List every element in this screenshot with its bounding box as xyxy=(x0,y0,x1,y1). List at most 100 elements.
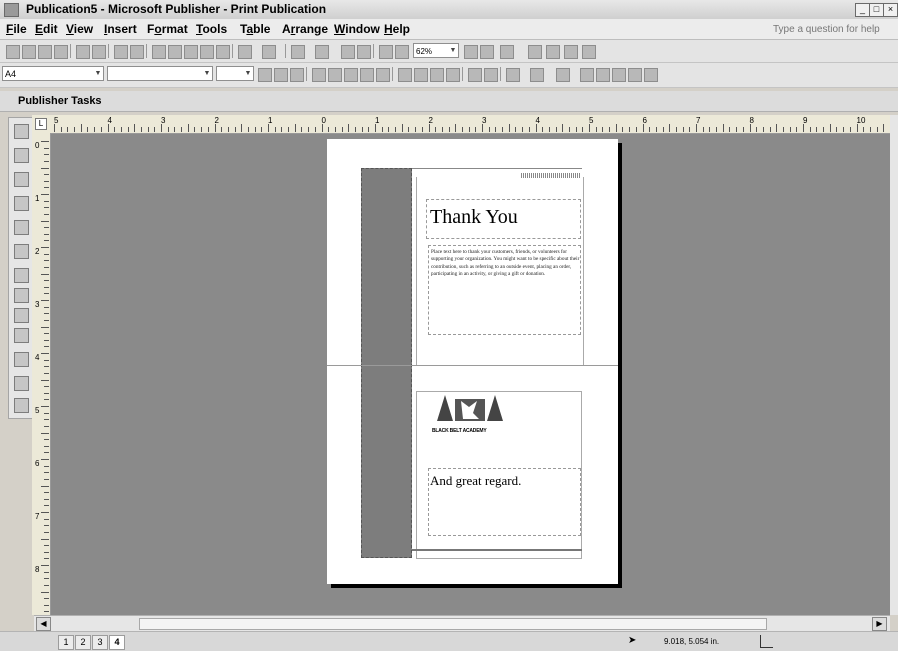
spelling-icon[interactable] xyxy=(114,45,128,59)
redo-icon[interactable] xyxy=(262,45,276,59)
font-select[interactable]: ▼ xyxy=(107,66,213,81)
menu-help[interactable]: Help xyxy=(384,22,410,36)
line-spacing-icon[interactable] xyxy=(376,68,390,82)
page-tab-4[interactable]: 4 xyxy=(109,635,125,650)
decrease-indent-icon[interactable] xyxy=(430,68,444,82)
open-icon[interactable] xyxy=(22,45,36,59)
send-to-back-icon[interactable] xyxy=(315,45,329,59)
save-icon[interactable] xyxy=(38,45,52,59)
menu-file[interactable]: File xyxy=(6,22,27,36)
rectangle-tool-icon[interactable] xyxy=(14,308,29,323)
menu-insert[interactable]: Insert xyxy=(104,22,137,36)
vertical-scrollbar[interactable] xyxy=(890,115,898,615)
scroll-left-icon[interactable]: ◀ xyxy=(36,617,51,631)
paste-icon[interactable] xyxy=(184,45,198,59)
align-left-icon[interactable] xyxy=(312,68,326,82)
increase-font-icon[interactable] xyxy=(484,68,498,82)
text-box-tool-icon[interactable] xyxy=(14,148,29,163)
hot-spot-icon[interactable] xyxy=(14,352,29,367)
style-select[interactable]: A4 ▼ xyxy=(2,66,104,81)
zoom-select[interactable]: 62% ▼ xyxy=(413,43,459,58)
cut-icon[interactable] xyxy=(152,45,166,59)
logo-image[interactable] xyxy=(433,391,511,433)
close-button[interactable]: × xyxy=(883,3,898,17)
horizontal-scrollbar[interactable]: ◀ ▶ xyxy=(34,615,890,631)
page-tab-1[interactable]: 1 xyxy=(58,635,74,650)
publication-page[interactable]: Thank You Place text here to thank your … xyxy=(327,139,618,584)
menu-window[interactable]: Window xyxy=(334,22,380,36)
print-preview-icon[interactable] xyxy=(92,45,106,59)
publisher-tasks-label[interactable]: Publisher Tasks xyxy=(18,95,102,107)
justify-icon[interactable] xyxy=(360,68,374,82)
columns-icon[interactable] xyxy=(379,45,393,59)
undo-icon[interactable] xyxy=(238,45,252,59)
menu-format[interactable]: Format xyxy=(147,22,188,36)
underline-icon[interactable] xyxy=(290,68,304,82)
permission-icon[interactable] xyxy=(54,45,68,59)
picture-icon[interactable] xyxy=(582,45,596,59)
menu-table[interactable]: Table xyxy=(240,22,270,36)
menu-arrange[interactable]: Arrange xyxy=(282,22,328,36)
help-search-box[interactable]: Type a question for help xyxy=(773,24,880,35)
rotate-icon[interactable] xyxy=(341,45,355,59)
font-size-select[interactable]: ▼ xyxy=(216,66,254,81)
dash-style-icon[interactable] xyxy=(596,68,610,82)
insert-table-icon[interactable] xyxy=(14,172,29,187)
bullets-icon[interactable] xyxy=(546,45,560,59)
pilcrow-icon[interactable] xyxy=(395,45,409,59)
new-icon[interactable] xyxy=(6,45,20,59)
increase-indent-icon[interactable] xyxy=(446,68,460,82)
text-box-icon[interactable] xyxy=(564,45,578,59)
horizontal-ruler[interactable]: L 5 4 3 2 1 0 1 2 3 4 5 6 7 8 9 10 xyxy=(32,115,898,134)
paste-special-icon[interactable] xyxy=(200,45,214,59)
line-color-icon[interactable] xyxy=(530,68,544,82)
wordart-icon[interactable] xyxy=(14,196,29,211)
help-icon[interactable] xyxy=(500,45,514,59)
autoshapes-icon[interactable] xyxy=(14,328,29,343)
arrow-style-icon[interactable] xyxy=(612,68,626,82)
picture-frame-icon[interactable] xyxy=(14,220,29,235)
web-tools-icon[interactable] xyxy=(14,398,29,413)
3d-style-icon[interactable] xyxy=(644,68,658,82)
research-icon[interactable] xyxy=(130,45,144,59)
font-color-icon[interactable] xyxy=(556,68,570,82)
bullet-list-icon[interactable] xyxy=(414,68,428,82)
page-tab-3[interactable]: 3 xyxy=(92,635,108,650)
vertical-ruler[interactable]: 0 1 2 3 4 5 6 7 8 xyxy=(32,133,51,615)
align-center-icon[interactable] xyxy=(328,68,342,82)
align-right-icon[interactable] xyxy=(344,68,358,82)
thank-you-heading[interactable]: Thank You xyxy=(430,206,518,229)
scroll-thumb[interactable] xyxy=(139,618,767,630)
print-icon[interactable] xyxy=(76,45,90,59)
zoom-in-icon[interactable] xyxy=(480,45,494,59)
closing-text[interactable]: And great regard. xyxy=(430,473,521,489)
page-tab-2[interactable]: 2 xyxy=(75,635,91,650)
tab-selector[interactable]: L xyxy=(35,118,47,130)
numbering-icon[interactable] xyxy=(398,68,412,82)
gray-sidebar-shape[interactable] xyxy=(361,168,412,558)
thank-you-body-text[interactable]: Place text here to thank your customers,… xyxy=(431,249,581,278)
line-style-icon[interactable] xyxy=(580,68,594,82)
menu-view[interactable]: View xyxy=(66,22,93,36)
italic-icon[interactable] xyxy=(274,68,288,82)
oval-tool-icon[interactable] xyxy=(14,288,29,303)
bold-icon[interactable] xyxy=(258,68,272,82)
flip-icon[interactable] xyxy=(357,45,371,59)
menu-tools[interactable]: Tools xyxy=(196,22,227,36)
line-tool-icon[interactable] xyxy=(14,244,29,259)
select-icon[interactable] xyxy=(14,124,29,139)
bring-to-front-icon[interactable] xyxy=(291,45,305,59)
maximize-button[interactable]: □ xyxy=(869,3,884,17)
decrease-font-icon[interactable] xyxy=(468,68,482,82)
minimize-button[interactable]: _ xyxy=(855,3,870,17)
fill-color-icon[interactable] xyxy=(506,68,520,82)
format-painter-icon[interactable] xyxy=(216,45,230,59)
hyperlink-icon[interactable] xyxy=(528,45,542,59)
design-gallery-icon[interactable] xyxy=(14,376,29,391)
zoom-out-icon[interactable] xyxy=(464,45,478,59)
arrow-tool-icon[interactable] xyxy=(14,268,29,283)
copy-icon[interactable] xyxy=(168,45,182,59)
app-icon[interactable] xyxy=(4,3,19,17)
shadow-style-icon[interactable] xyxy=(628,68,642,82)
menu-edit[interactable]: Edit xyxy=(35,22,58,36)
